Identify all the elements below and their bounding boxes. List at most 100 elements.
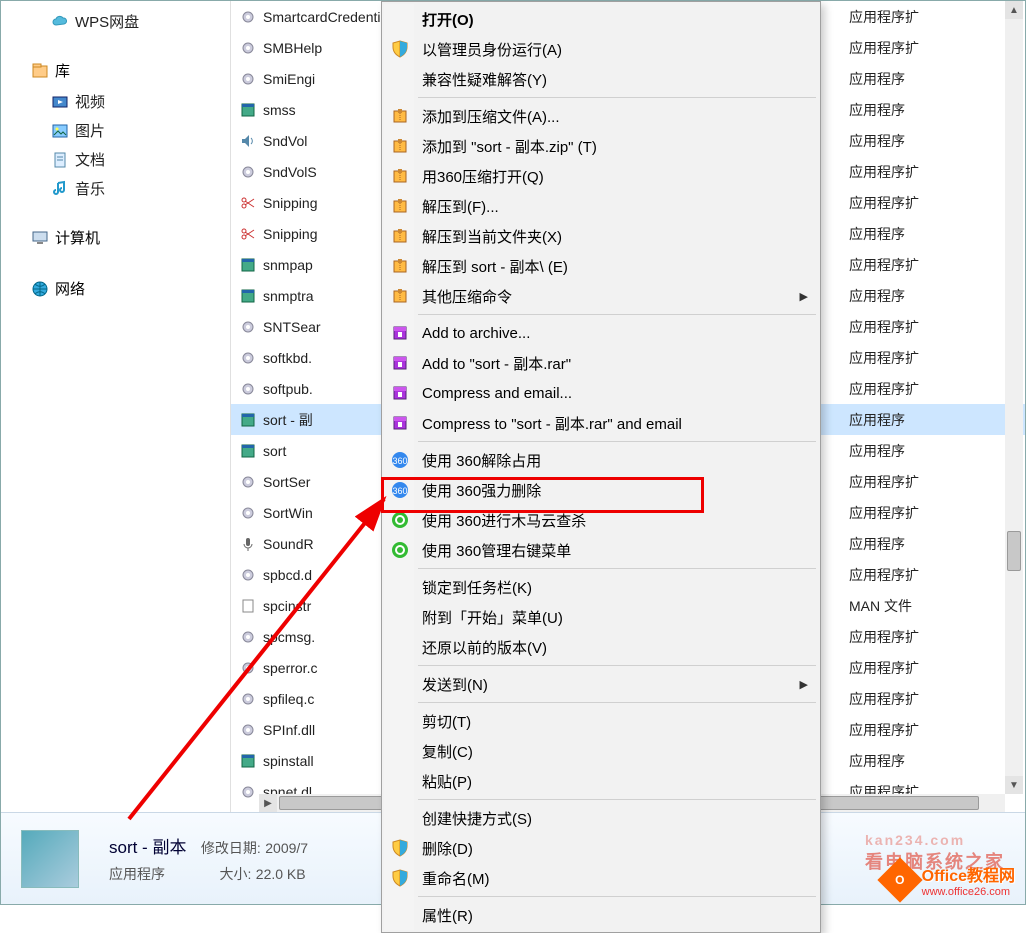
menu-item[interactable]: 使用 360进行木马云查杀 bbox=[384, 505, 818, 535]
file-name: SmiEngi bbox=[263, 71, 315, 87]
sidebar-item-cloud[interactable]: WPS网盘 bbox=[1, 7, 230, 36]
menu-item[interactable]: 发送到(N) ▶ bbox=[384, 669, 818, 699]
menu-item-label: 删除(D) bbox=[422, 838, 473, 859]
menu-item-label: 发送到(N) bbox=[422, 674, 488, 695]
scissors-icon bbox=[239, 194, 257, 212]
menu-separator bbox=[418, 799, 816, 800]
file-type: 应用程序 bbox=[849, 286, 1025, 306]
menu-item[interactable]: Add to archive... bbox=[384, 318, 818, 348]
svg-text:360: 360 bbox=[392, 486, 407, 496]
menu-item-label: 剪切(T) bbox=[422, 711, 471, 732]
menu-item[interactable]: 创建快捷方式(S) bbox=[384, 803, 818, 833]
menu-item[interactable]: 复制(C) bbox=[384, 736, 818, 766]
menu-item[interactable]: 剪切(T) bbox=[384, 706, 818, 736]
menu-item[interactable]: 使用 360管理右键菜单 bbox=[384, 535, 818, 565]
sidebar-item-documents[interactable]: 文档 bbox=[1, 145, 230, 174]
menu-item-label: 创建快捷方式(S) bbox=[422, 808, 532, 829]
doc-icon bbox=[239, 597, 257, 615]
zip-icon bbox=[390, 166, 410, 186]
shield-icon bbox=[390, 838, 410, 858]
documents-icon bbox=[51, 151, 69, 169]
gear-icon bbox=[239, 8, 257, 26]
sidebar-item-label: 计算机 bbox=[55, 227, 100, 248]
menu-item-label: 复制(C) bbox=[422, 741, 473, 762]
scroll-down-arrow[interactable]: ▼ bbox=[1005, 776, 1023, 794]
menu-item[interactable]: 锁定到任务栏(K) bbox=[384, 572, 818, 602]
sidebar-item-pictures[interactable]: 图片 bbox=[1, 116, 230, 145]
menu-separator bbox=[418, 702, 816, 703]
shield-icon bbox=[390, 39, 410, 59]
gear-icon bbox=[239, 504, 257, 522]
360b-icon: 360 bbox=[390, 450, 410, 470]
menu-item[interactable]: 添加到压缩文件(A)... bbox=[384, 101, 818, 131]
gear-icon bbox=[239, 783, 257, 801]
menu-item[interactable]: 还原以前的版本(V) bbox=[384, 632, 818, 662]
menu-item[interactable]: 粘贴(P) bbox=[384, 766, 818, 796]
sidebar-item-computer[interactable]: 计算机 bbox=[1, 221, 230, 254]
menu-item[interactable]: 删除(D) bbox=[384, 833, 818, 863]
library-icon bbox=[31, 62, 49, 80]
file-type: 应用程序扩 bbox=[849, 472, 1025, 492]
scroll-thumb[interactable] bbox=[1007, 531, 1021, 571]
file-name: SPInf.dll bbox=[263, 722, 315, 738]
gear-icon bbox=[239, 163, 257, 181]
menu-item[interactable]: 兼容性疑难解答(Y) bbox=[384, 64, 818, 94]
menu-item[interactable]: 360 使用 360解除占用 bbox=[384, 445, 818, 475]
menu-item-label: 用360压缩打开(Q) bbox=[422, 166, 544, 187]
360b-icon: 360 bbox=[390, 480, 410, 500]
sidebar-nav: WPS网盘 库 视频 图片 文档 音乐 计算机 网络 bbox=[1, 1, 231, 904]
sidebar-item-video[interactable]: 视频 bbox=[1, 87, 230, 116]
menu-item[interactable]: 解压到当前文件夹(X) bbox=[384, 221, 818, 251]
file-type: MAN 文件 bbox=[849, 596, 1025, 616]
menu-item-label: Compress and email... bbox=[422, 385, 572, 402]
menu-item[interactable]: Compress and email... bbox=[384, 378, 818, 408]
menu-item[interactable]: 解压到 sort - 副本\ (E) bbox=[384, 251, 818, 281]
sidebar-item-label: WPS网盘 bbox=[75, 11, 139, 32]
menu-item[interactable]: 360 使用 360强力删除 bbox=[384, 475, 818, 505]
menu-item[interactable]: 用360压缩打开(Q) bbox=[384, 161, 818, 191]
file-type: 应用程序 bbox=[849, 441, 1025, 461]
file-type: 应用程序扩 bbox=[849, 162, 1025, 182]
sidebar-item-library[interactable]: 库 bbox=[1, 54, 230, 87]
sidebar-item-network[interactable]: 网络 bbox=[1, 272, 230, 305]
sidebar-item-label: 网络 bbox=[55, 278, 85, 299]
menu-item[interactable]: Compress to "sort - 副本.rar" and email bbox=[384, 408, 818, 438]
menu-item[interactable]: 解压到(F)... bbox=[384, 191, 818, 221]
menu-separator bbox=[418, 97, 816, 98]
app-icon bbox=[239, 752, 257, 770]
menu-item[interactable]: 打开(O) bbox=[384, 4, 818, 34]
menu-item[interactable]: 添加到 "sort - 副本.zip" (T) bbox=[384, 131, 818, 161]
sidebar-item-music[interactable]: 音乐 bbox=[1, 174, 230, 203]
zip-icon bbox=[390, 226, 410, 246]
music-icon bbox=[51, 180, 69, 198]
360g-icon bbox=[390, 540, 410, 560]
scissors-icon bbox=[239, 225, 257, 243]
file-name: sperror.c bbox=[263, 660, 317, 676]
menu-item[interactable]: 以管理员身份运行(A) bbox=[384, 34, 818, 64]
menu-item[interactable]: Add to "sort - 副本.rar" bbox=[384, 348, 818, 378]
file-name: spcmsg. bbox=[263, 629, 315, 645]
file-type: 应用程序扩 bbox=[849, 720, 1025, 740]
zip-icon bbox=[390, 136, 410, 156]
file-type: 应用程序扩 bbox=[849, 255, 1025, 275]
menu-separator bbox=[418, 568, 816, 569]
scroll-right-arrow[interactable]: ▶ bbox=[259, 794, 277, 812]
sidebar-item-label: 文档 bbox=[75, 149, 105, 170]
file-name: SortWin bbox=[263, 505, 313, 521]
menu-item-label: 锁定到任务栏(K) bbox=[422, 577, 532, 598]
menu-separator bbox=[418, 665, 816, 666]
scroll-up-arrow[interactable]: ▲ bbox=[1005, 1, 1023, 19]
details-type: 应用程序 bbox=[109, 866, 165, 882]
shield-icon bbox=[390, 868, 410, 888]
gear-icon bbox=[239, 70, 257, 88]
file-name: spfileq.c bbox=[263, 691, 314, 707]
gear-icon bbox=[239, 721, 257, 739]
file-name: softpub. bbox=[263, 381, 313, 397]
menu-item[interactable]: 附到「开始」菜单(U) bbox=[384, 602, 818, 632]
vertical-scrollbar[interactable]: ▲ ▼ bbox=[1005, 1, 1023, 794]
menu-item[interactable]: 其他压缩命令 ▶ bbox=[384, 281, 818, 311]
menu-item[interactable]: 重命名(M) bbox=[384, 863, 818, 893]
svg-text:360: 360 bbox=[392, 456, 407, 466]
gear-icon bbox=[239, 659, 257, 677]
zip-icon bbox=[390, 286, 410, 306]
